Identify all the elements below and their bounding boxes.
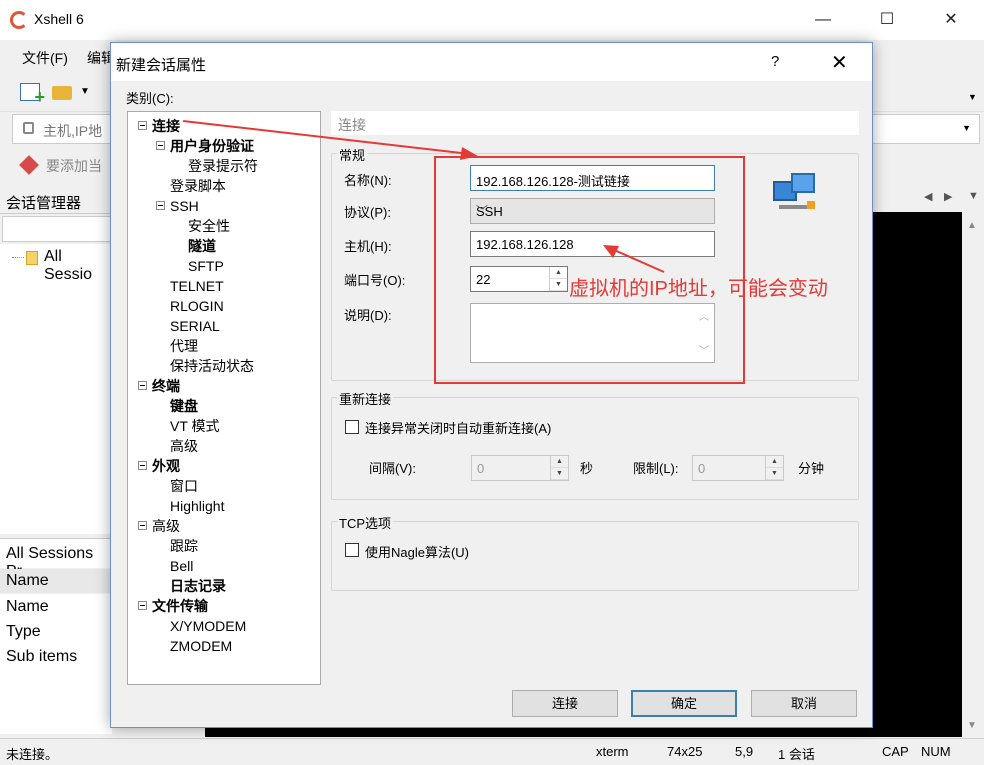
arrowhead-icon — [460, 147, 478, 160]
annotation-arrow-to-host — [611, 248, 665, 273]
annotation-arrows — [182, 120, 665, 273]
annotation-arrow-to-box — [182, 120, 471, 155]
